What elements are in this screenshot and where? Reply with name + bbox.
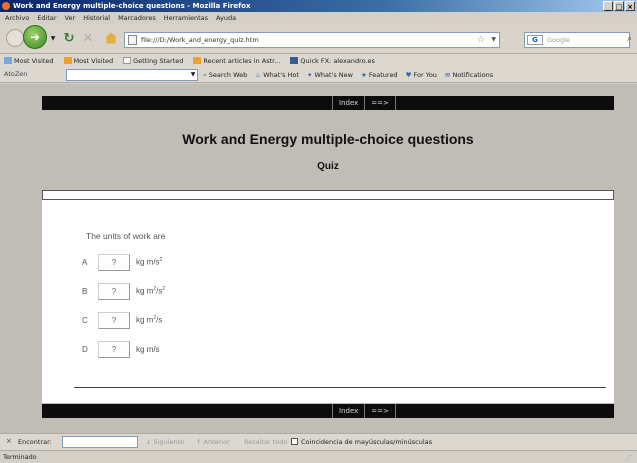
status-text: Terminado <box>3 453 37 461</box>
bookmark-quick-fx[interactable]: Quick FX: alexandro.es <box>290 57 375 65</box>
option-letter: B <box>82 286 88 296</box>
page-icon <box>128 35 137 45</box>
address-bar[interactable]: file:///D:/Work_and_energy_quiz.htm ☆ ▼ <box>124 32 500 48</box>
horizontal-rule <box>74 387 606 388</box>
firefox-icon <box>2 2 10 10</box>
option-letter: C <box>82 315 88 325</box>
addon-whats-hot[interactable]: ♨ What's Hot <box>255 71 299 79</box>
menu-ver[interactable]: Ver <box>65 12 76 24</box>
quiz-content: The units of work are A ? kg m/s2 B ? kg… <box>42 200 614 403</box>
menu-herramientas[interactable]: Herramientas <box>164 12 208 24</box>
google-search-icon[interactable]: G <box>527 35 543 45</box>
question-text: The units of work are <box>86 231 166 241</box>
answer-button-b[interactable]: ? <box>98 282 130 300</box>
option-letter: D <box>82 344 88 354</box>
reload-button[interactable]: ↻ <box>62 29 76 47</box>
option-unit: kg m/s2 <box>136 257 163 267</box>
navigation-toolbar: ➜ ▼ ↻ ✕ file:///D:/Work_and_energy_quiz.… <box>0 24 637 54</box>
window-title: Work and Energy multiple-choice question… <box>13 2 251 10</box>
rss-icon <box>193 57 202 64</box>
rss-icon <box>63 57 72 64</box>
reload-icon: ↻ <box>63 30 75 46</box>
chevron-down-icon: ▼ <box>50 34 56 42</box>
next-link-bottom[interactable]: ==> <box>364 404 396 418</box>
folder-icon <box>4 57 12 64</box>
page-icon <box>123 57 132 64</box>
bookmark-recent-articles[interactable]: Recent articles in Astr... <box>193 57 280 65</box>
option-unit: kg m/s <box>136 344 160 354</box>
url-dropdown-icon[interactable]: ▼ <box>491 33 496 47</box>
maximize-button[interactable]: □ <box>614 1 624 11</box>
window-titlebar[interactable]: Work and Energy multiple-choice question… <box>0 0 637 12</box>
bookmark-icon <box>290 57 299 64</box>
menu-editar[interactable]: Editar <box>37 12 56 24</box>
close-window-button[interactable]: × <box>625 1 635 11</box>
option-a: A ? kg m/s2 <box>82 253 162 271</box>
home-button[interactable] <box>103 29 119 47</box>
stop-icon: ✕ <box>82 30 94 46</box>
addon-featured[interactable]: ★ Featured <box>361 71 398 79</box>
option-letter: A <box>82 257 88 267</box>
status-bar: Terminado ⋰ <box>0 450 637 463</box>
home-icon <box>105 32 117 44</box>
bookmark-getting-started[interactable]: Getting Started <box>123 57 183 65</box>
addon-search-dropdown[interactable]: ▼ <box>188 69 198 81</box>
page-subtitle: Quiz <box>317 161 339 172</box>
history-dropdown-button[interactable]: ▼ <box>49 29 57 47</box>
top-nav-bar: Index ==> <box>42 96 614 110</box>
search-input[interactable]: G Google <box>524 32 630 48</box>
menu-marcadores[interactable]: Marcadores <box>118 12 156 24</box>
addon-search-input[interactable] <box>66 69 198 81</box>
stop-button[interactable]: ✕ <box>81 29 95 47</box>
find-label: Encontrar: <box>18 438 52 446</box>
close-find-bar-icon[interactable]: × <box>6 437 12 445</box>
address-url: file:///D:/Work_and_energy_quiz.htm <box>141 36 259 44</box>
menu-historial[interactable]: Historial <box>83 12 110 24</box>
find-previous-button[interactable]: ↑ Anterior <box>196 438 230 446</box>
addon-whats-new[interactable]: ✦ What's New <box>307 71 353 79</box>
addon-logo[interactable]: AtoZen <box>4 70 27 78</box>
option-c: C ? kg m2/s <box>82 311 162 329</box>
bookmark-most-visited-2[interactable]: Most Visited <box>63 57 113 65</box>
addon-toolbar: AtoZen ▼ ⌕ Search Web ♨ What's Hot ✦ Wha… <box>0 67 637 83</box>
menu-archivo[interactable]: Archivo <box>5 12 29 24</box>
option-b: B ? kg m2/s2 <box>82 282 165 300</box>
forward-button[interactable]: ➜ <box>22 24 48 49</box>
menu-bar: Archivo Editar Ver Historial Marcadores … <box>0 12 637 24</box>
search-placeholder: Google <box>547 36 570 44</box>
minimize-button[interactable]: _ <box>603 1 613 11</box>
match-case-label: Coincidencia de mayúsculas/minúsculas <box>301 438 433 446</box>
option-unit: kg m2/s2 <box>136 286 166 296</box>
resize-grip-icon[interactable]: ⋰ <box>625 452 635 462</box>
answer-button-d[interactable]: ? <box>98 340 130 358</box>
bookmarks-toolbar: Most Visited Most Visited Getting Starte… <box>0 54 637 67</box>
forward-arrow-icon: ➜ <box>23 24 47 49</box>
search-go-icon[interactable]: ⌕ <box>627 34 632 44</box>
addon-search-web[interactable]: ⌕ Search Web <box>203 71 247 80</box>
match-case-checkbox[interactable] <box>291 438 298 445</box>
find-input[interactable] <box>62 436 138 448</box>
next-link-top[interactable]: ==> <box>364 96 396 110</box>
menu-ayuda[interactable]: Ayuda <box>216 12 236 24</box>
addon-notifications[interactable]: ✉ Notifications <box>445 71 493 79</box>
page-viewport: Index ==> Work and Energy multiple-choic… <box>0 84 637 433</box>
header-rule-box <box>42 190 614 200</box>
index-link-top[interactable]: Index <box>332 96 364 110</box>
answer-button-a[interactable]: ? <box>98 253 130 271</box>
option-unit: kg m2/s <box>136 315 163 325</box>
bottom-nav-bar: Index ==> <box>42 404 614 418</box>
bookmark-star-icon[interactable]: ☆ <box>477 33 485 47</box>
option-d: D ? kg m/s <box>82 340 160 358</box>
page-title: Work and Energy multiple-choice question… <box>182 131 474 147</box>
addon-for-you[interactable]: ♥ For You <box>406 71 437 79</box>
answer-button-c[interactable]: ? <box>98 311 130 329</box>
bookmark-most-visited[interactable]: Most Visited <box>4 57 54 65</box>
highlight-all-button[interactable]: Resaltar todo <box>244 438 287 446</box>
find-next-button[interactable]: ↓ Siguiente <box>146 438 184 446</box>
find-bar: × Encontrar: ↓ Siguiente ↑ Anterior Resa… <box>0 433 637 450</box>
index-link-bottom[interactable]: Index <box>332 404 364 418</box>
